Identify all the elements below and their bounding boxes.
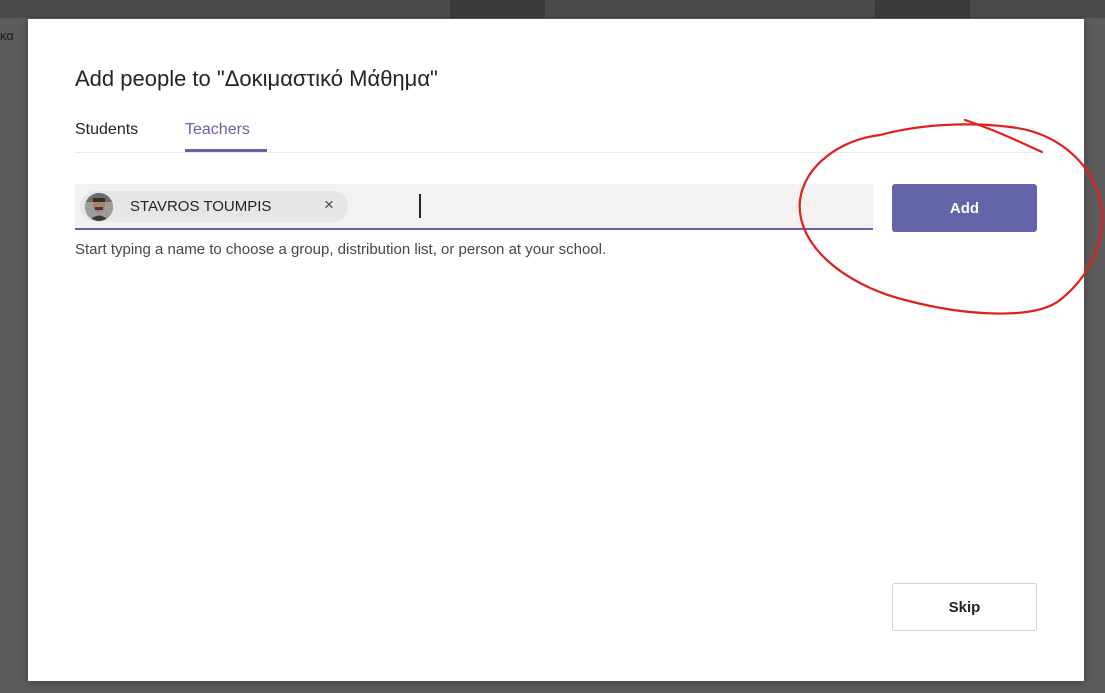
dialog-title: Add people to "Δοκιμαστικό Μάθημα" — [75, 66, 438, 91]
tab-students[interactable]: Students — [75, 121, 138, 139]
text-caret — [419, 194, 421, 218]
tab-divider — [75, 152, 1037, 153]
avatar — [85, 193, 113, 221]
background-block — [875, 0, 970, 18]
add-people-dialog: Add people to "Δοκιμαστικό Μάθημα" Stude… — [28, 19, 1084, 681]
picker-helper-text: Start typing a name to choose a group, d… — [75, 241, 607, 258]
skip-button[interactable]: Skip — [892, 583, 1037, 631]
background-partial-text: κα — [0, 28, 14, 43]
tab-teachers[interactable]: Teachers — [185, 121, 250, 139]
people-picker-input[interactable]: STAVROS TOUMPIS × — [75, 184, 873, 230]
person-avatar-icon — [85, 193, 113, 221]
background-app-strip — [0, 0, 1105, 18]
background-block — [450, 0, 545, 18]
selected-person-name: STAVROS TOUMPIS — [130, 198, 272, 215]
remove-person-icon[interactable]: × — [324, 195, 334, 215]
add-button[interactable]: Add — [892, 184, 1037, 232]
selected-person-chip[interactable]: STAVROS TOUMPIS × — [80, 191, 348, 222]
